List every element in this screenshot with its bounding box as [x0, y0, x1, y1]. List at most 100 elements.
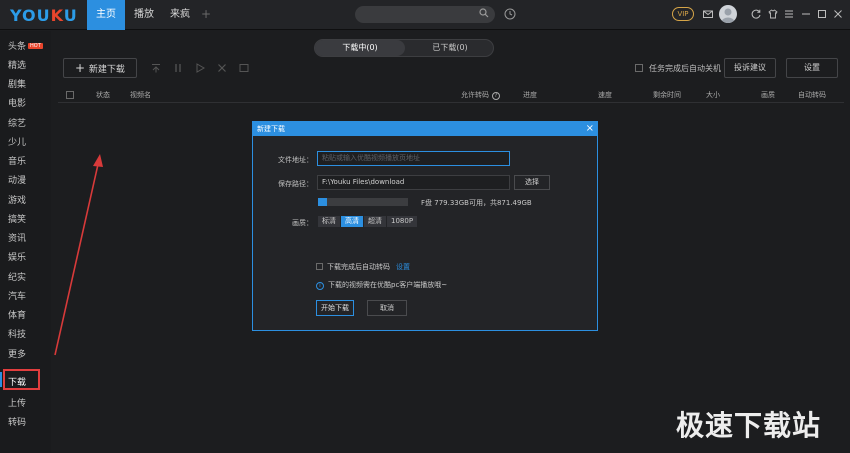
menu-icon[interactable]	[783, 8, 795, 20]
disk-usage-fill	[318, 198, 327, 206]
save-path-input[interactable]: F:\Youku Files\download	[317, 175, 510, 190]
sidebar-item-shaoer[interactable]: 少儿	[8, 135, 26, 148]
play-icon[interactable]	[195, 63, 205, 73]
sidebar-item-qiche[interactable]: 汽车	[8, 289, 26, 302]
playback-info: i 下载的视频需在优酷pc客户端播放哦~	[316, 280, 447, 290]
quality-option-1080p[interactable]: 1080P	[387, 216, 418, 227]
sidebar-item-dongman[interactable]: 动漫	[8, 173, 26, 186]
dialog-title: 新建下载	[257, 125, 285, 133]
add-tab-icon[interactable]: +	[201, 7, 211, 21]
col-progress[interactable]: 进度	[523, 90, 537, 100]
minimize-icon[interactable]	[800, 8, 812, 20]
choose-path-button[interactable]: 选择	[514, 175, 550, 190]
col-video-name[interactable]: 视频名	[130, 90, 151, 100]
auto-shutdown-checkbox[interactable]	[635, 64, 643, 72]
sidebar-item-gaoxiao[interactable]: 搞笑	[8, 212, 26, 225]
url-input[interactable]: 粘贴或输入优酷视频播放页地址	[317, 151, 510, 166]
delete-icon[interactable]	[217, 63, 227, 73]
sidebar-item-label: 头条	[8, 42, 27, 52]
vip-badge[interactable]: VIP	[672, 7, 694, 21]
search-input[interactable]	[355, 6, 495, 23]
tab-home[interactable]: 主页	[87, 0, 125, 30]
sidebar-item-download[interactable]: 下载	[8, 375, 26, 388]
download-status-toggle: 下载中(0) 已下载(0)	[314, 39, 494, 57]
col-auto-transcode[interactable]: 自动转码	[798, 90, 826, 100]
auto-convert-checkbox[interactable]	[316, 263, 323, 270]
sidebar-item-tiyu[interactable]: 体育	[8, 308, 26, 321]
tab-play[interactable]: 播放	[127, 0, 161, 30]
pause-icon[interactable]	[173, 63, 183, 73]
quality-option-fhd[interactable]: 超清	[364, 216, 386, 227]
sidebar-item-upload[interactable]: 上传	[8, 396, 26, 409]
col-size[interactable]: 大小	[706, 90, 720, 100]
sidebar-item-gengduo[interactable]: 更多	[8, 347, 26, 360]
sidebar-item-jishi[interactable]: 纪实	[8, 270, 26, 283]
col-speed[interactable]: 速度	[598, 90, 612, 100]
youku-logo[interactable]: YOUKU	[10, 6, 78, 25]
col-remaining[interactable]: 剩余时间	[653, 90, 681, 100]
sidebar-item-youxi[interactable]: 游戏	[8, 193, 26, 206]
url-label: 文件地址：	[278, 156, 313, 164]
sidebar-item-keji[interactable]: 科技	[8, 327, 26, 340]
playback-info-text: 下载的视频需在优酷pc客户端播放哦~	[328, 281, 448, 289]
user-silhouette-icon	[721, 8, 735, 23]
sidebar-item-yinyue[interactable]: 音乐	[8, 154, 26, 167]
top-priority-icon[interactable]	[151, 63, 161, 73]
download-table-header: 状态 视频名 允许转码? 进度 速度 剩余时间 大小 画质 自动转码	[58, 88, 844, 103]
help-icon[interactable]: ?	[492, 92, 500, 100]
sidebar-item-jingxuan[interactable]: 精选	[8, 58, 26, 71]
youku-app-window: YOUKU 主页 播放 来疯 + VIP 头条 HOT 精选 剧集 电影 综艺 少…	[0, 0, 850, 453]
folder-icon[interactable]	[239, 63, 249, 73]
skin-icon[interactable]	[767, 8, 779, 20]
auto-convert-label: 下载完成后自动转码	[327, 263, 390, 271]
mail-icon[interactable]	[702, 8, 714, 20]
transcode-setting-link[interactable]: 设置	[396, 263, 410, 271]
refresh-icon[interactable]	[750, 8, 762, 20]
info-icon: i	[316, 282, 324, 290]
logo-text-c: U	[63, 6, 78, 25]
sidebar-item-dianying[interactable]: 电影	[8, 96, 26, 109]
active-indicator	[0, 372, 2, 387]
tab-laifeng[interactable]: 来疯	[163, 0, 197, 30]
sidebar-item-yule[interactable]: 娱乐	[8, 250, 26, 263]
dialog-close-icon[interactable]: ×	[586, 122, 594, 135]
sidebar-item-zixun[interactable]: 资讯	[8, 231, 26, 244]
plus-icon: +	[75, 61, 89, 75]
sidebar-item-zongyi[interactable]: 综艺	[8, 116, 26, 129]
quality-selector: 标清 高清 超清 1080P	[318, 216, 418, 227]
watermark-text: 极速下载站	[676, 409, 822, 442]
disk-usage-bar	[318, 198, 408, 206]
sidebar: 头条 HOT 精选 剧集 电影 综艺 少儿 音乐 动漫 游戏 搞笑 资讯 娱乐 纪…	[0, 31, 51, 453]
cancel-button[interactable]: 取消	[367, 300, 407, 316]
select-all-checkbox[interactable]	[66, 91, 74, 99]
sidebar-item-toutiao[interactable]: 头条 HOT	[8, 39, 43, 52]
quality-option-sd[interactable]: 标清	[318, 216, 340, 227]
quality-label: 画质：	[292, 219, 313, 227]
start-download-button[interactable]: 开始下载	[316, 300, 354, 316]
new-download-button[interactable]: + 新建下载	[63, 58, 137, 78]
new-download-label: 新建下载	[88, 65, 125, 75]
maximize-icon[interactable]	[816, 8, 828, 20]
avatar[interactable]	[719, 5, 737, 23]
history-clock-icon[interactable]	[504, 8, 516, 20]
feedback-button[interactable]: 投诉建议	[724, 58, 776, 78]
sidebar-item-juji[interactable]: 剧集	[8, 77, 26, 90]
auto-convert-option[interactable]: 下载完成后自动转码 设置	[316, 262, 410, 272]
quality-option-hd[interactable]: 高清	[341, 216, 363, 227]
new-download-dialog: 新建下载 × 文件地址： 粘贴或输入优酷视频播放页地址 保存路径： F:\Youk…	[252, 121, 598, 331]
settings-button[interactable]: 设置	[786, 58, 838, 78]
close-icon[interactable]	[832, 8, 844, 20]
col-status[interactable]: 状态	[96, 90, 110, 100]
hot-badge: HOT	[28, 43, 43, 49]
auto-shutdown-label: 任务完成后自动关机	[649, 64, 721, 73]
col-quality[interactable]: 画质	[761, 90, 775, 100]
dialog-title-bar: 新建下载 ×	[253, 122, 597, 136]
sidebar-item-transcode[interactable]: 转码	[8, 415, 26, 428]
col-allow-transcode[interactable]: 允许转码?	[461, 90, 500, 100]
auto-shutdown-option[interactable]: 任务完成后自动关机	[635, 63, 721, 74]
search-icon[interactable]	[479, 8, 489, 18]
disk-space-text: F盘 779.33GB可用，共871.49GB	[421, 199, 532, 207]
tab-downloaded[interactable]: 已下载(0)	[405, 40, 495, 56]
save-path-label: 保存路径：	[278, 180, 313, 188]
tab-downloading[interactable]: 下载中(0)	[315, 40, 405, 56]
